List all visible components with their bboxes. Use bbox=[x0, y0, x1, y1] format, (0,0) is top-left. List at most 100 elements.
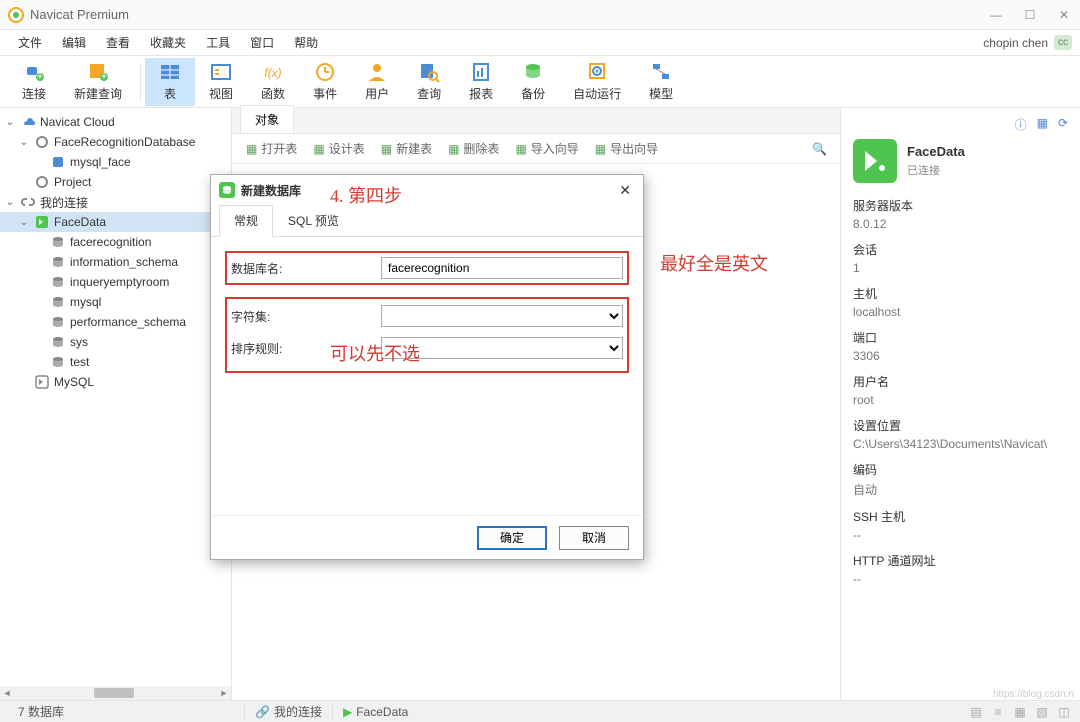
annotation-box-name: 数据库名: bbox=[225, 251, 629, 285]
info-field-value: -- bbox=[853, 572, 1068, 586]
charset-label: 字符集: bbox=[231, 308, 381, 325]
clock-icon bbox=[314, 61, 336, 83]
toolbar-table[interactable]: 表 bbox=[145, 58, 195, 106]
menubar: 文件 编辑 查看 收藏夹 工具 窗口 帮助 chopin chen cc bbox=[0, 30, 1080, 56]
info-title: FaceData bbox=[907, 144, 965, 159]
info-field-value: C:\Users\34123\Documents\Navicat\ bbox=[853, 437, 1068, 451]
annotation-skip: 可以先不选 bbox=[330, 340, 420, 366]
info-field: 端口3306 bbox=[853, 329, 1068, 363]
info-field-value: -- bbox=[853, 528, 1068, 542]
menu-help[interactable]: 帮助 bbox=[284, 30, 328, 55]
info-field-value: 1 bbox=[853, 261, 1068, 275]
user-name[interactable]: chopin chen bbox=[983, 36, 1048, 50]
menu-window[interactable]: 窗口 bbox=[240, 30, 284, 55]
toolbar-model[interactable]: 模型 bbox=[635, 58, 687, 106]
info-field-label: 用户名 bbox=[853, 373, 1068, 390]
dialog-close-button[interactable]: ✕ bbox=[615, 182, 635, 199]
watermark: https://blog.csdn.n bbox=[993, 689, 1074, 700]
toolbar-new-query[interactable]: +新建查询 bbox=[60, 58, 136, 106]
tree-local-root[interactable]: ⌄我的连接 bbox=[0, 192, 231, 212]
tree-db[interactable]: facerecognition bbox=[0, 232, 231, 252]
app-logo-icon bbox=[8, 7, 24, 23]
backup-icon bbox=[522, 61, 544, 83]
maximize-button[interactable]: ☐ bbox=[1022, 8, 1038, 22]
tree-cloud-db[interactable]: ⌄FaceRecognitionDatabase bbox=[0, 132, 231, 152]
tree-mysql-face[interactable]: mysql_face bbox=[0, 152, 231, 172]
toolbar-report[interactable]: 报表 bbox=[455, 58, 507, 106]
menu-edit[interactable]: 编辑 bbox=[52, 30, 96, 55]
view-grid-icon[interactable]: ▦ bbox=[1012, 705, 1028, 719]
grid-icon[interactable]: ▦ bbox=[1037, 116, 1048, 133]
cancel-button[interactable]: 取消 bbox=[559, 526, 629, 550]
svg-text:+: + bbox=[36, 69, 43, 83]
user-icon bbox=[366, 61, 388, 83]
tree-db[interactable]: sys bbox=[0, 332, 231, 352]
tree-db[interactable]: mysql bbox=[0, 292, 231, 312]
menu-tools[interactable]: 工具 bbox=[196, 30, 240, 55]
info-field: SSH 主机-- bbox=[853, 508, 1068, 542]
annotation-english: 最好全是英文 bbox=[660, 250, 768, 276]
toolbar-event[interactable]: 事件 bbox=[299, 58, 351, 106]
toolbar-backup[interactable]: 备份 bbox=[507, 58, 559, 106]
toolbar-user[interactable]: 用户 bbox=[351, 58, 403, 106]
info-status: 已连接 bbox=[907, 162, 965, 178]
toolbar-connect[interactable]: +连接 bbox=[8, 58, 60, 106]
minimize-button[interactable]: — bbox=[988, 8, 1004, 22]
info-field-value: 8.0.12 bbox=[853, 217, 1068, 231]
export-wizard-button[interactable]: ▦导出向导 bbox=[589, 138, 664, 159]
toolbar-view[interactable]: 视图 bbox=[195, 58, 247, 106]
charset-select[interactable] bbox=[381, 305, 623, 327]
menu-file[interactable]: 文件 bbox=[8, 30, 52, 55]
tree-cloud-root[interactable]: ⌄Navicat Cloud bbox=[0, 112, 231, 132]
search-icon[interactable]: 🔍 bbox=[812, 142, 832, 156]
refresh-icon[interactable]: ⟳ bbox=[1058, 116, 1068, 133]
table-small-icon: ▦ bbox=[246, 142, 257, 156]
user-badge[interactable]: cc bbox=[1054, 35, 1072, 50]
view-list-icon[interactable]: ▤ bbox=[968, 705, 984, 719]
connection-active-icon: ▶ bbox=[343, 705, 352, 719]
toolbar-function[interactable]: f(x)函数 bbox=[247, 58, 299, 106]
dialog-tab-general[interactable]: 常规 bbox=[219, 205, 273, 237]
titlebar: Navicat Premium — ☐ ✕ bbox=[0, 0, 1080, 30]
close-button[interactable]: ✕ bbox=[1056, 8, 1072, 22]
tree-mysql[interactable]: MySQL bbox=[0, 372, 231, 392]
statusbar: 7 数据库 🔗我的连接 ▶FaceData ▤ ≡ ▦ ▧ ◫ bbox=[0, 700, 1080, 722]
menu-view[interactable]: 查看 bbox=[96, 30, 140, 55]
info-field: 编码自动 bbox=[853, 461, 1068, 498]
import-icon: ▦ bbox=[515, 142, 526, 156]
dialog-tab-sql[interactable]: SQL 预览 bbox=[273, 205, 354, 236]
db-name-input[interactable] bbox=[381, 257, 623, 279]
table-small-icon: ▦ bbox=[313, 142, 324, 156]
delete-table-button[interactable]: ▦删除表 bbox=[442, 138, 505, 159]
tree-db[interactable]: information_schema bbox=[0, 252, 231, 272]
report-icon bbox=[470, 61, 492, 83]
info-field-label: 主机 bbox=[853, 285, 1068, 302]
tree-db[interactable]: inqueryemptyroom bbox=[0, 272, 231, 292]
view-chart-icon[interactable]: ▧ bbox=[1034, 705, 1050, 719]
info-field: 设置位置C:\Users\34123\Documents\Navicat\ bbox=[853, 417, 1068, 451]
tree-project[interactable]: Project bbox=[0, 172, 231, 192]
main-toolbar: +连接 +新建查询 表 视图 f(x)函数 事件 用户 查询 报表 备份 自动运… bbox=[0, 56, 1080, 108]
info-field-value: localhost bbox=[853, 305, 1068, 319]
connection-logo-icon bbox=[853, 139, 897, 183]
info-icon[interactable]: ⓘ bbox=[1015, 116, 1027, 133]
new-table-button[interactable]: ▦新建表 bbox=[375, 138, 438, 159]
design-table-button[interactable]: ▦设计表 bbox=[307, 138, 370, 159]
view-detail-icon[interactable]: ≡ bbox=[990, 705, 1006, 719]
import-wizard-button[interactable]: ▦导入向导 bbox=[509, 138, 584, 159]
ok-button[interactable]: 确定 bbox=[477, 526, 547, 550]
open-table-button[interactable]: ▦打开表 bbox=[240, 138, 303, 159]
toolbar-query[interactable]: 查询 bbox=[403, 58, 455, 106]
menu-favorites[interactable]: 收藏夹 bbox=[140, 30, 196, 55]
tree-db[interactable]: performance_schema bbox=[0, 312, 231, 332]
view-split-icon[interactable]: ◫ bbox=[1056, 705, 1072, 719]
info-field-label: 服务器版本 bbox=[853, 197, 1068, 214]
tree-facedata[interactable]: ⌄FaceData bbox=[0, 212, 231, 232]
sidebar-scrollbar[interactable]: ◄► bbox=[0, 686, 231, 700]
connection-icon bbox=[34, 374, 50, 390]
toolbar-automation[interactable]: 自动运行 bbox=[559, 58, 635, 106]
object-tab[interactable]: 对象 bbox=[240, 105, 294, 133]
tree-db[interactable]: test bbox=[0, 352, 231, 372]
table-small-icon: ▦ bbox=[448, 142, 459, 156]
database-icon bbox=[50, 254, 66, 270]
